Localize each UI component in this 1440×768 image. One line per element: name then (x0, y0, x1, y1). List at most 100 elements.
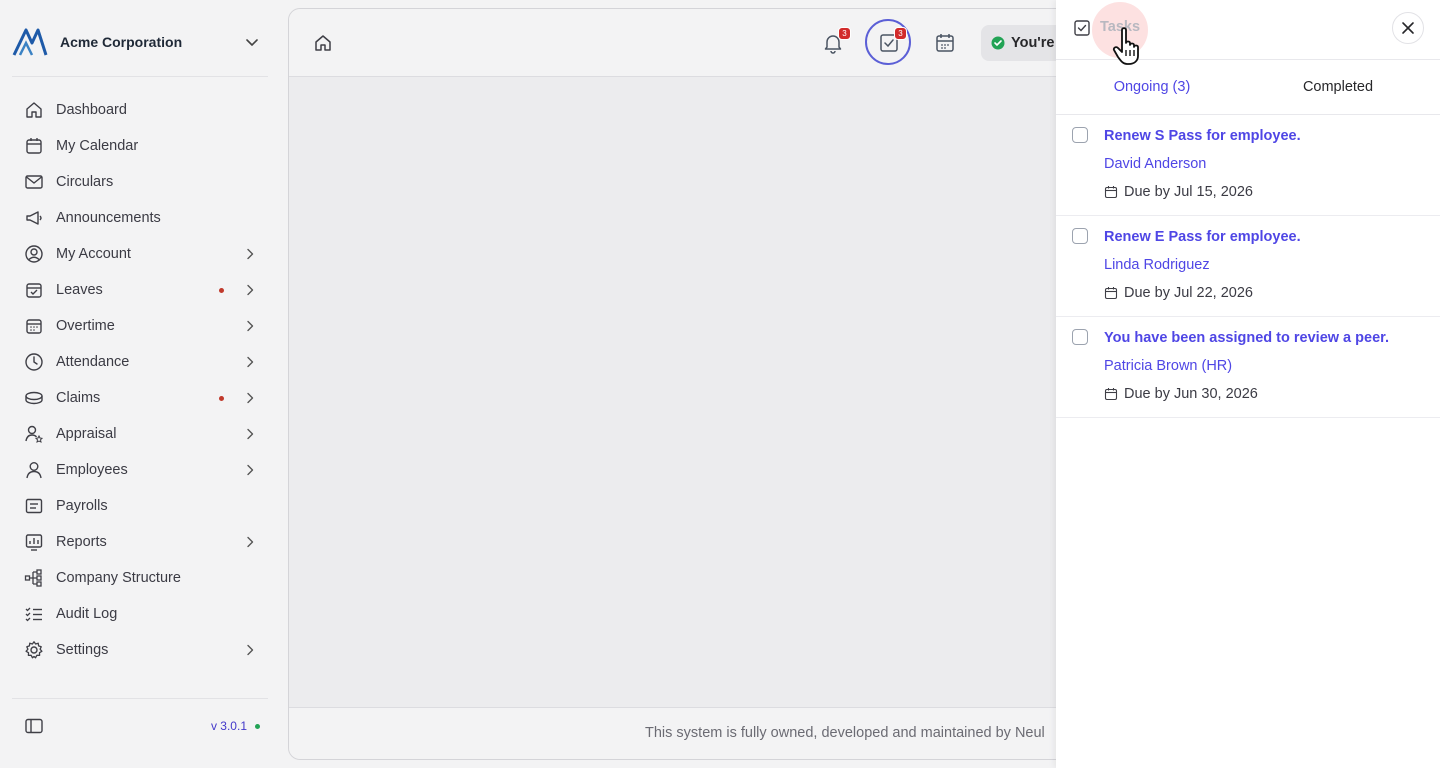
calendar-icon (1104, 388, 1118, 401)
tasks-button[interactable]: 3 (877, 27, 907, 55)
user-icon (26, 462, 42, 479)
sidebar-item-label: Claims (56, 390, 101, 406)
chevron-right-icon[interactable] (242, 426, 258, 442)
sidebar-item-leaves[interactable]: Leaves (24, 272, 264, 308)
task-title[interactable]: You have been assigned to review a peer. (1104, 330, 1389, 346)
sidebar-nav: Dashboard My Calendar Circulars Announcemen… (24, 92, 264, 668)
receipt-icon (25, 498, 43, 514)
task-title[interactable]: Renew S Pass for employee. (1104, 128, 1301, 144)
task-assignee[interactable]: David Anderson (1104, 156, 1206, 172)
org-switcher[interactable]: Acme Corporation (12, 24, 268, 60)
sidebar-item-audit-log[interactable]: Audit Log (24, 596, 264, 632)
org-chart-icon (24, 569, 42, 587)
sidebar: Acme Corporation Dashboard My Calendar Cir… (0, 0, 280, 768)
sidebar-item-settings[interactable]: Settings (24, 632, 264, 668)
close-button[interactable] (1392, 12, 1424, 44)
sidebar-item-label: Announcements (56, 210, 161, 226)
sidebar-item-attendance[interactable]: Attendance (24, 344, 264, 380)
calendar-button[interactable] (933, 31, 957, 55)
task-assignee[interactable]: Patricia Brown (HR) (1104, 358, 1232, 374)
sidebar-item-employees[interactable]: Employees (24, 452, 264, 488)
tab-completed[interactable]: Completed (1242, 61, 1434, 113)
sidebar-item-label: Audit Log (56, 606, 118, 622)
sidebar-item-claims[interactable]: Claims (24, 380, 264, 416)
gear-icon (25, 641, 43, 659)
chevron-right-icon[interactable] (242, 390, 258, 406)
calendar-grid-icon (26, 319, 42, 334)
clock-icon (25, 353, 43, 371)
task-checkbox[interactable] (1072, 127, 1088, 143)
task-item: Renew S Pass for employee. David Anderson… (1056, 115, 1440, 216)
task-checkbox[interactable] (1072, 329, 1088, 345)
tab-ongoing[interactable]: Ongoing (3) (1056, 61, 1248, 113)
chevron-right-icon[interactable] (242, 462, 258, 478)
calendar-check-icon (26, 283, 42, 298)
sidebar-item-label: Attendance (56, 354, 130, 370)
sidebar-item-appraisal[interactable]: Appraisal (24, 416, 264, 452)
tasks-badge: 3 (894, 27, 907, 40)
calendar-icon (1104, 186, 1118, 199)
mail-icon (25, 175, 43, 189)
sidebar-item-company-structure[interactable]: Company Structure (24, 560, 264, 596)
task-check-icon (1074, 20, 1090, 36)
task-item: You have been assigned to review a peer.… (1056, 317, 1440, 418)
footer-text: This system is fully owned, developed an… (645, 725, 1045, 741)
chevron-down-icon[interactable] (242, 32, 262, 52)
sidebar-item-label: My Calendar (56, 138, 139, 154)
drawer-tabs: Ongoing (3) Completed (1056, 61, 1440, 115)
calendar-icon (936, 34, 954, 52)
task-item: Renew E Pass for employee. Linda Rodrigue… (1056, 216, 1440, 317)
checklist-icon (25, 607, 42, 622)
sidebar-item-label: Settings (56, 642, 109, 658)
home-icon (26, 102, 42, 118)
org-name: Acme Corporation (60, 34, 183, 50)
close-icon (1402, 22, 1414, 34)
sidebar-item-payrolls[interactable]: Payrolls (24, 488, 264, 524)
task-due: Due by Jul 15, 2026 (1104, 184, 1253, 200)
company-logo (12, 28, 48, 56)
chevron-right-icon[interactable] (242, 318, 258, 334)
sidebar-item-label: Overtime (56, 318, 115, 334)
notifications-button[interactable]: 3 (821, 27, 851, 55)
task-checkbox[interactable] (1072, 228, 1088, 244)
check-circle-icon (991, 36, 1005, 50)
sidebar-item-label: My Account (56, 246, 131, 262)
online-dot (255, 723, 260, 729)
chevron-right-icon[interactable] (242, 354, 258, 370)
chart-icon (25, 534, 43, 551)
chevron-right-icon[interactable] (242, 246, 258, 262)
chevron-right-icon[interactable] (242, 642, 258, 658)
sidebar-divider (12, 76, 268, 77)
calendar-icon (26, 138, 42, 154)
task-assignee[interactable]: Linda Rodriguez (1104, 257, 1210, 273)
sidebar-item-dashboard[interactable]: Dashboard (24, 92, 264, 128)
coins-icon (25, 391, 43, 405)
sidebar-toggle-icon[interactable] (24, 716, 44, 736)
task-due-text: Due by Jul 22, 2026 (1124, 285, 1253, 301)
sidebar-item-circulars[interactable]: Circulars (24, 164, 264, 200)
task-due-text: Due by Jun 30, 2026 (1124, 386, 1258, 402)
sidebar-item-label: Company Structure (56, 570, 181, 586)
sidebar-item-reports[interactable]: Reports (24, 524, 264, 560)
task-due-text: Due by Jul 15, 2026 (1124, 184, 1253, 200)
sidebar-item-my-account[interactable]: My Account (24, 236, 264, 272)
hand-pointer-cursor-icon (1112, 27, 1139, 65)
sidebar-item-announcements[interactable]: Announcements (24, 200, 264, 236)
user-circle-icon (25, 245, 43, 263)
status-text: You're (1011, 35, 1055, 51)
user-star-icon (25, 425, 44, 443)
home-icon[interactable] (313, 33, 333, 53)
megaphone-icon (26, 211, 42, 225)
task-list: Renew S Pass for employee. David Anderson… (1056, 115, 1440, 418)
task-due: Due by Jul 22, 2026 (1104, 285, 1253, 301)
sidebar-item-my-calendar[interactable]: My Calendar (24, 128, 264, 164)
notifications-badge: 3 (838, 27, 851, 40)
calendar-icon (1104, 287, 1118, 300)
chevron-right-icon[interactable] (242, 282, 258, 298)
task-due: Due by Jun 30, 2026 (1104, 386, 1258, 402)
sidebar-item-overtime[interactable]: Overtime (24, 308, 264, 344)
sidebar-item-label: Reports (56, 534, 107, 550)
sidebar-item-label: Appraisal (56, 426, 117, 442)
chevron-right-icon[interactable] (242, 534, 258, 550)
task-title[interactable]: Renew E Pass for employee. (1104, 229, 1301, 245)
